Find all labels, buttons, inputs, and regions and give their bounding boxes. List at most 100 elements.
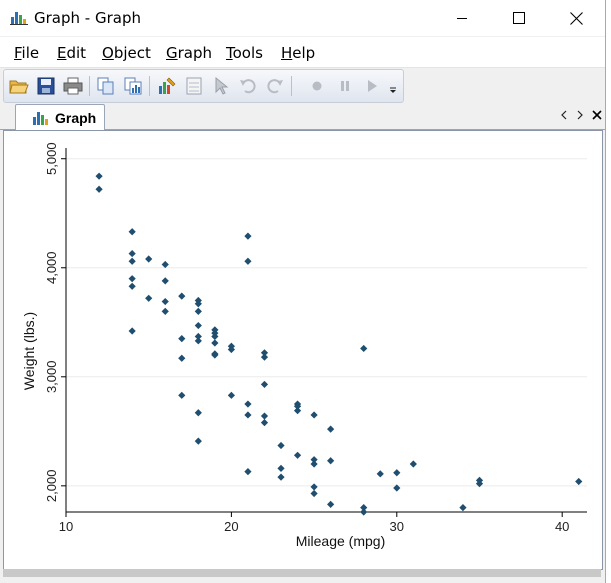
open-button[interactable] <box>8 75 30 97</box>
y-tick-label: 3,000 <box>44 361 59 394</box>
graph-tab-icon <box>33 112 48 125</box>
copy-graph-button[interactable] <box>122 75 144 97</box>
menu-edit[interactable]: Edit <box>57 44 86 62</box>
data-point <box>310 489 318 498</box>
minimize-button[interactable] <box>433 0 491 36</box>
data-point <box>293 451 302 459</box>
redo-button[interactable] <box>264 75 286 97</box>
data-point <box>393 469 401 477</box>
data-point <box>227 391 235 399</box>
menu-graph[interactable]: Graph <box>166 44 212 62</box>
menu-tools[interactable]: Tools <box>226 44 263 62</box>
play-button[interactable] <box>361 75 383 97</box>
data-point <box>128 249 136 258</box>
data-point <box>194 409 202 417</box>
maximize-icon <box>513 12 525 24</box>
tab-scroll-left-button[interactable] <box>557 107 571 123</box>
pointer-icon <box>215 77 229 95</box>
data-point <box>244 232 252 240</box>
data-point <box>244 468 252 476</box>
data-point <box>128 275 136 283</box>
menu-file[interactable]: File <box>14 44 39 62</box>
x-tick-label: 10 <box>59 519 73 534</box>
data-point <box>145 255 153 263</box>
tab-close-button[interactable] <box>590 107 604 123</box>
data-point <box>360 508 368 516</box>
redo-icon <box>267 79 283 94</box>
menu-bar: File Edit Object Graph Tools Help <box>0 37 605 68</box>
data-point <box>327 425 335 433</box>
close-button[interactable] <box>547 0 605 36</box>
data-point <box>194 307 202 315</box>
pause-icon <box>341 81 349 91</box>
tab-strip: Graph <box>0 103 605 130</box>
data-point <box>575 477 583 486</box>
graph-editor-button[interactable] <box>156 75 178 97</box>
data-point <box>459 504 467 512</box>
data-point <box>277 473 285 481</box>
x-tick-label: 20 <box>224 519 238 534</box>
pointer-button[interactable] <box>210 75 232 97</box>
toolbar-overflow-button[interactable] <box>386 75 400 97</box>
horizontal-scrollbar[interactable] <box>3 569 601 577</box>
data-point <box>128 257 136 265</box>
scatter-chart: 2,000 3,000 4,000 5,000 10 20 30 40 Mileage (mpg… <box>21 142 587 549</box>
menu-help[interactable]: Help <box>281 44 315 62</box>
y-tick-label: 5,000 <box>44 142 59 175</box>
maximize-button[interactable] <box>490 0 548 36</box>
undo-button[interactable] <box>237 75 259 97</box>
copy-icon <box>97 77 114 95</box>
data-point <box>194 437 202 445</box>
data-point <box>211 351 219 359</box>
title-bar[interactable]: Graph - Graph <box>0 0 605 36</box>
data-point <box>178 335 186 343</box>
y-tick-label: 4,000 <box>44 251 59 284</box>
data-point <box>244 257 252 265</box>
graph-app-icon <box>10 12 28 25</box>
toolbar <box>3 69 404 103</box>
x-tick-label: 30 <box>390 519 404 534</box>
close-icon <box>569 11 583 25</box>
data-point <box>260 353 269 361</box>
window-title: Graph - Graph <box>34 9 141 27</box>
data-point <box>194 321 202 330</box>
record-button[interactable] <box>306 75 328 97</box>
data-point <box>260 380 269 389</box>
data-point <box>244 411 252 419</box>
x-axis-title: Mileage (mpg) <box>296 533 385 549</box>
copy-button[interactable] <box>95 75 117 97</box>
data-editor-button[interactable] <box>183 75 205 97</box>
data-point <box>376 470 384 478</box>
background-window-edge <box>606 0 611 583</box>
undo-icon <box>240 79 256 94</box>
data-point <box>244 400 252 408</box>
data-point <box>145 294 153 302</box>
data-point <box>128 282 136 290</box>
pause-button[interactable] <box>334 75 356 97</box>
print-button[interactable] <box>62 75 84 97</box>
data-point <box>128 228 136 236</box>
tab-graph[interactable]: Graph <box>15 104 105 130</box>
y-axis-title: Weight (lbs.) <box>21 312 37 390</box>
tab-scroll-right-button[interactable] <box>573 107 587 123</box>
record-icon <box>312 81 322 91</box>
y-tick-label: 2,000 <box>44 470 59 503</box>
play-icon <box>368 80 377 92</box>
data-point <box>128 327 136 335</box>
data-point <box>310 483 318 491</box>
data-point <box>95 172 103 180</box>
data-point <box>293 406 302 415</box>
copy-graph-icon <box>124 77 142 95</box>
data-point <box>310 411 318 419</box>
data-point <box>161 260 169 269</box>
save-button[interactable] <box>35 75 57 97</box>
data-point <box>327 500 335 508</box>
save-icon <box>37 77 55 95</box>
data-point <box>327 457 335 465</box>
minimize-icon <box>457 18 467 19</box>
data-point <box>161 307 169 315</box>
graph-pane[interactable]: 2,000 3,000 4,000 5,000 10 20 30 40 Mileage (mpg… <box>3 130 603 570</box>
menu-object[interactable]: Object <box>102 44 151 62</box>
data-point <box>178 292 186 300</box>
tab-graph-label: Graph <box>55 110 97 126</box>
